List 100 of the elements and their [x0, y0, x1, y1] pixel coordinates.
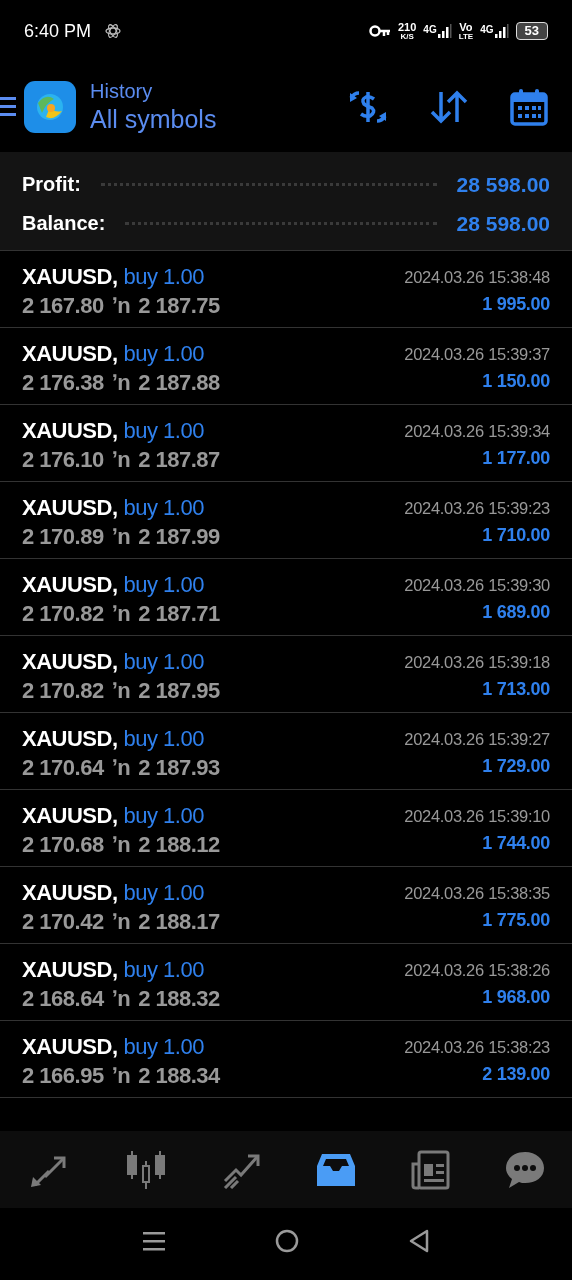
sort-icon[interactable]	[430, 90, 468, 124]
menu-icon[interactable]	[143, 1229, 165, 1252]
open-price: 2 170.82	[22, 601, 104, 627]
deal-symbol: XAUUSD,	[22, 572, 118, 598]
deal-symbol: XAUUSD,	[22, 880, 118, 906]
open-price: 2 170.64	[22, 755, 104, 781]
inbox-icon	[316, 1151, 357, 1188]
deal-time: 2024.03.26 15:39:18	[404, 653, 550, 672]
clock-time: 6:40 PM	[24, 20, 92, 42]
summary-label: Balance:	[22, 212, 106, 235]
price-arrow: ʼn	[111, 909, 131, 935]
deal-symbol: XAUUSD,	[22, 803, 118, 829]
key-icon	[368, 25, 391, 37]
deal-profit: 1 713.00	[482, 679, 550, 700]
open-price: 2 170.68	[22, 832, 104, 858]
close-price: 2 188.32	[138, 986, 220, 1012]
close-price: 2 188.34	[138, 1063, 220, 1089]
price-arrow: ʼn	[111, 986, 131, 1012]
open-price: 2 166.95	[22, 1063, 104, 1089]
home-icon[interactable]	[275, 1228, 299, 1253]
open-price: 2 176.10	[22, 447, 104, 473]
deal-time: 2024.03.26 15:38:23	[404, 1038, 550, 1057]
deal-side: buy 1.00	[123, 726, 204, 752]
price-arrow: ʼn	[111, 755, 131, 781]
summary-value: 28 598.00	[456, 172, 550, 197]
calendar-icon[interactable]	[510, 88, 548, 126]
deal-symbol: XAUUSD,	[22, 957, 118, 983]
back-icon[interactable]	[409, 1228, 429, 1253]
close-price: 2 187.93	[138, 755, 220, 781]
open-price: 2 170.89	[22, 524, 104, 550]
deal-side: buy 1.00	[123, 495, 204, 521]
deal-symbol: XAUUSD,	[22, 726, 118, 752]
deal-side: buy 1.00	[123, 1034, 204, 1060]
deal-symbol: XAUUSD,	[22, 495, 118, 521]
deal-time: 2024.03.26 15:39:30	[404, 576, 550, 595]
deal-side: buy 1.00	[123, 649, 204, 675]
deal-time: 2024.03.26 15:39:37	[404, 345, 550, 364]
deal-time: 2024.03.26 15:39:23	[404, 499, 550, 518]
deal-profit: 1 968.00	[482, 987, 550, 1008]
signal-icon	[494, 24, 509, 38]
price-arrow: ʼn	[111, 601, 131, 627]
candlestick-icon	[125, 1149, 168, 1190]
deal-side: buy 1.00	[123, 418, 204, 444]
deal-profit: 2 139.00	[482, 1064, 550, 1085]
price-arrow: ʼn	[111, 1063, 131, 1089]
close-price: 2 187.95	[138, 678, 220, 704]
open-price: 2 170.82	[22, 678, 104, 704]
volte-label: Vo	[459, 21, 473, 33]
summary-label: Profit:	[22, 173, 81, 196]
dollar-exchange-icon[interactable]	[348, 89, 388, 125]
close-price: 2 188.17	[138, 909, 220, 935]
close-price: 2 187.87	[138, 447, 220, 473]
signal-icon	[437, 24, 452, 38]
deal-side: buy 1.00	[123, 264, 204, 290]
newspaper-icon	[410, 1149, 451, 1190]
price-arrow: ʼn	[111, 447, 131, 473]
deal-time: 2024.03.26 15:39:27	[404, 730, 550, 749]
atom-icon	[105, 23, 122, 39]
deal-time: 2024.03.26 15:38:26	[404, 961, 550, 980]
close-price: 2 188.12	[138, 832, 220, 858]
deal-symbol: XAUUSD,	[22, 1034, 118, 1060]
network-type: 4G	[480, 24, 494, 35]
deal-symbol: XAUUSD,	[22, 264, 118, 290]
price-arrow: ʼn	[111, 524, 131, 550]
deal-time: 2024.03.26 15:39:10	[404, 807, 550, 826]
speed-unit: K/S	[400, 32, 414, 41]
open-price: 2 170.42	[22, 909, 104, 935]
deal-side: buy 1.00	[123, 803, 204, 829]
open-price: 2 168.64	[22, 986, 104, 1012]
deal-time: 2024.03.26 15:38:48	[404, 268, 550, 287]
deal-profit: 1 775.00	[482, 910, 550, 931]
deal-profit: 1 995.00	[482, 294, 550, 315]
open-price: 2 167.80	[22, 293, 104, 319]
close-price: 2 187.75	[138, 293, 220, 319]
close-price: 2 187.88	[138, 370, 220, 396]
volte-label: LTE	[458, 32, 474, 41]
price-arrow: ʼn	[111, 832, 131, 858]
deal-side: buy 1.00	[123, 957, 204, 983]
price-arrow: ʼn	[111, 293, 131, 319]
deal-side: buy 1.00	[123, 572, 204, 598]
open-price: 2 176.38	[22, 370, 104, 396]
deal-time: 2024.03.26 15:38:35	[404, 884, 550, 903]
deal-profit: 1 744.00	[482, 833, 550, 854]
app-logo-icon	[24, 81, 76, 133]
deal-profit: 1 689.00	[482, 602, 550, 623]
chat-bubble-icon	[504, 1149, 545, 1190]
deal-side: buy 1.00	[123, 341, 204, 367]
close-price: 2 187.71	[138, 601, 220, 627]
screen-title: History	[90, 80, 154, 103]
price-arrow: ʼn	[111, 678, 131, 704]
deal-profit: 1 729.00	[482, 756, 550, 777]
deal-time: 2024.03.26 15:39:34	[404, 422, 550, 441]
deal-side: buy 1.00	[123, 880, 204, 906]
battery-level: 53	[515, 22, 548, 40]
summary-value: 28 598.00	[456, 211, 550, 236]
menu-icon[interactable]	[0, 96, 16, 118]
symbol-filter[interactable]: All symbols	[90, 105, 217, 134]
price-arrow: ʼn	[111, 370, 131, 396]
network-speed: 210	[397, 21, 417, 33]
deal-profit: 1 150.00	[482, 371, 550, 392]
